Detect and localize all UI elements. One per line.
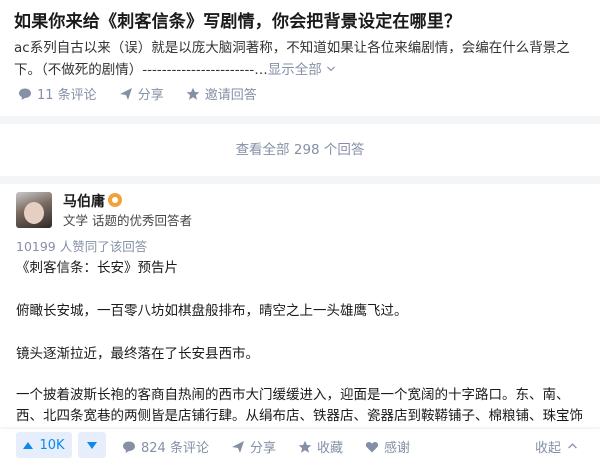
question-title[interactable]: 如果你来给《刺客信条》写剧情，你会把背景设定在哪里？ — [14, 7, 461, 32]
answer-share-button[interactable]: 分享 — [231, 437, 276, 456]
show-all-link[interactable]: 显示全部 — [268, 62, 336, 78]
comment-icon — [19, 88, 31, 100]
upvote-button[interactable]: 10K — [16, 432, 72, 458]
answer-paragraph: 一个披着波斯长袍的客商自热闹的西市大门缓缓进入，迎面是一个宽阔的十字路口。东、南… — [16, 387, 583, 424]
author-bio: 文学 话题的优秀回答者 — [63, 213, 192, 228]
thanks-button[interactable]: 感谢 — [365, 437, 410, 456]
downvote-arrow-icon — [87, 441, 97, 449]
excellent-answerer-badge-icon — [108, 193, 122, 207]
answer-comments-label: 824 条评论 — [141, 441, 209, 456]
answer-comments-button[interactable]: 824 条评论 — [122, 437, 209, 456]
star-icon — [298, 440, 312, 453]
answer-actions: 824 条评论 分享 收藏 感谢 — [122, 437, 410, 456]
question-share-button[interactable]: 分享 — [119, 84, 164, 103]
answer-paragraph: 镜头逐渐拉近，最终落在了长安县西市。 — [16, 346, 259, 362]
avatar[interactable] — [16, 192, 52, 228]
question-comments-button[interactable]: 11 条评论 — [18, 84, 97, 103]
comment-icon — [123, 441, 135, 453]
upvote-count: 10K — [39, 437, 65, 453]
collapse-label: 收起 — [534, 441, 561, 456]
share-icon — [231, 440, 244, 453]
answer-action-bar: 10K 824 条评论 分享 收藏 感谢 收起 — [0, 429, 600, 461]
chevron-up-icon — [568, 443, 577, 449]
downvote-button[interactable] — [78, 432, 106, 458]
question-share-label: 分享 — [137, 88, 164, 103]
question-comments-label: 11 条评论 — [37, 88, 97, 103]
question-actions: 11 条评论 分享 邀请回答 — [18, 84, 257, 103]
view-all-answers-link[interactable]: 查看全部 298 个回答 — [0, 124, 600, 176]
invite-icon — [186, 87, 200, 100]
answer-card: 马伯庸 文学 话题的优秀回答者 10199 人赞同了该回答 《刺客信条：长安》预… — [0, 184, 600, 461]
collapse-button[interactable]: 收起 — [535, 437, 578, 456]
answer-share-label: 分享 — [249, 441, 276, 456]
answer-paragraph: 《刺客信条：长安》预告片 — [16, 260, 178, 276]
upvote-count-text[interactable]: 10199 人赞同了该回答 — [16, 236, 147, 255]
author-name[interactable]: 马伯庸 — [63, 191, 105, 211]
heart-icon — [365, 441, 379, 452]
favorite-button[interactable]: 收藏 — [298, 437, 343, 456]
invite-answer-button[interactable]: 邀请回答 — [186, 84, 257, 103]
answer-paragraph: 俯瞰长安城，一百零八坊如棋盘般排布，晴空之上一头雄鹰飞过。 — [16, 303, 408, 319]
share-icon — [119, 87, 132, 100]
upvote-arrow-icon — [23, 441, 34, 449]
chevron-down-icon — [327, 66, 336, 72]
question-description: ac系列自古以来（误）就是以庞大脑洞著称，不知道如果让各位来编剧情，会编在什么背… — [14, 37, 586, 81]
invite-answer-label: 邀请回答 — [204, 88, 257, 103]
thanks-label: 感谢 — [383, 441, 410, 456]
question-card: 如果你来给《刺客信条》写剧情，你会把背景设定在哪里？ ac系列自古以来（误）就是… — [0, 0, 600, 116]
favorite-label: 收藏 — [316, 441, 343, 456]
